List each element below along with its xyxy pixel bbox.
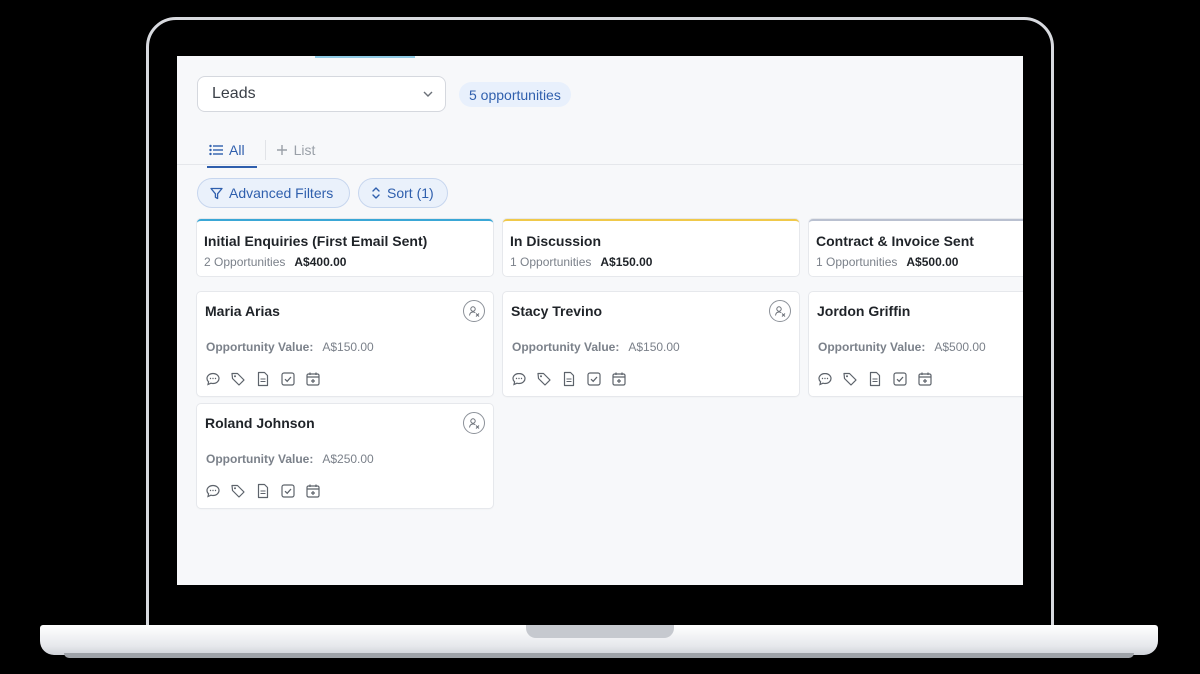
advanced-filters-button[interactable]: Advanced Filters [197,178,350,208]
column-count: 1 Opportunities [510,255,592,269]
message-icon[interactable] [511,371,527,387]
opportunity-value-label: Opportunity Value: [206,452,314,466]
pipeline-select-value: Leads [212,85,256,102]
column-header-in-discussion: In Discussion 1 Opportunities A$150.00 [503,219,799,276]
sort-button[interactable]: Sort (1) [358,178,448,208]
calendar-add-icon[interactable] [305,483,321,499]
calendar-add-icon[interactable] [917,371,933,387]
laptop-base-shadow [64,653,1134,658]
assign-user-icon[interactable] [463,412,485,434]
note-icon[interactable] [867,371,883,387]
tab-list-label: List [293,142,316,158]
task-check-icon[interactable] [586,371,602,387]
column-title: Initial Enquiries (First Email Sent) [204,233,428,249]
calendar-add-icon[interactable] [611,371,627,387]
opportunity-card[interactable]: Roland Johnson Opportunity Value: A$250.… [197,404,493,508]
advanced-filters-label: Advanced Filters [229,185,334,201]
opportunity-value-label: Opportunity Value: [206,340,314,354]
column-total: A$400.00 [294,255,347,269]
tab-accent-line [315,56,415,58]
opportunity-card[interactable]: Maria Arias Opportunity Value: A$150.00 [197,292,493,396]
tab-add-list[interactable]: List [276,136,316,164]
opportunity-value: A$150.00 [628,340,680,354]
plus-icon [276,145,287,155]
column-header-contract-invoice-sent: Contract & Invoice Sent 1 Opportunities … [809,219,1023,276]
tag-icon[interactable] [230,483,246,499]
note-icon[interactable] [255,371,271,387]
tab-all-label: All [229,142,245,158]
card-contact-name: Maria Arias [205,303,280,319]
column-total: A$500.00 [906,255,959,269]
note-icon[interactable] [561,371,577,387]
chevron-down-icon [423,91,433,97]
column-total: A$150.00 [600,255,653,269]
filter-icon [210,187,223,199]
calendar-add-icon[interactable] [305,371,321,387]
opportunity-value: A$250.00 [322,452,374,466]
task-check-icon[interactable] [280,371,296,387]
sort-label: Sort (1) [387,185,434,201]
card-contact-name: Jordon Griffin [817,303,911,319]
task-check-icon[interactable] [892,371,908,387]
opportunity-card[interactable]: Jordon Griffin Opportunity Value: A$500.… [809,292,1023,396]
assign-user-icon[interactable] [463,300,485,322]
list-icon [209,144,223,156]
sort-icon [372,187,380,199]
app-screen: Leads 5 opportunities All List Advanced … [177,56,1023,585]
column-count: 2 Opportunities [204,255,286,269]
opportunity-value-label: Opportunity Value: [818,340,926,354]
tabs-divider [177,164,1023,165]
opportunity-card[interactable]: Stacy Trevino Opportunity Value: A$150.0… [503,292,799,396]
column-title: Contract & Invoice Sent [816,233,974,249]
tag-icon[interactable] [230,371,246,387]
view-tabs: All List [207,136,316,168]
opportunity-count-badge: 5 opportunities [459,82,571,107]
tag-icon[interactable] [842,371,858,387]
tab-all[interactable]: All [207,136,257,168]
note-icon[interactable] [255,483,271,499]
opportunity-value: A$500.00 [934,340,986,354]
message-icon[interactable] [205,371,221,387]
message-icon[interactable] [817,371,833,387]
opportunity-value: A$150.00 [322,340,374,354]
column-count: 1 Opportunities [816,255,898,269]
card-contact-name: Stacy Trevino [511,303,603,319]
opportunity-value-label: Opportunity Value: [512,340,620,354]
pipeline-select[interactable]: Leads [197,76,446,112]
laptop-notch [526,625,674,638]
card-contact-name: Roland Johnson [205,415,315,431]
column-title: In Discussion [510,233,602,249]
assign-user-icon[interactable] [769,300,791,322]
task-check-icon[interactable] [280,483,296,499]
tab-divider [264,140,266,160]
tag-icon[interactable] [536,371,552,387]
message-icon[interactable] [205,483,221,499]
column-header-initial-enquiries: Initial Enquiries (First Email Sent) 2 O… [197,219,493,276]
